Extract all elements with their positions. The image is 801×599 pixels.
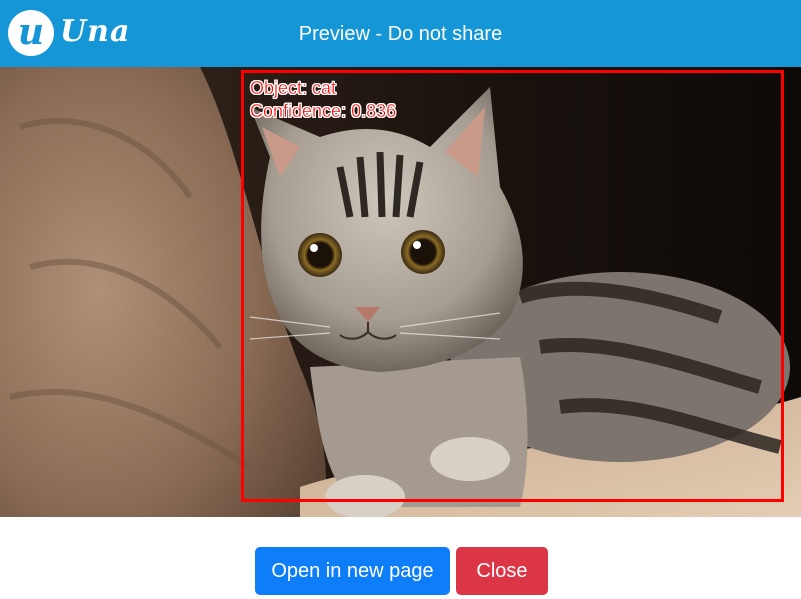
- open-in-new-page-button[interactable]: Open in new page: [255, 547, 450, 595]
- detection-confidence-label: Confidence: 0.836: [250, 101, 397, 121]
- close-button[interactable]: Close: [456, 547, 548, 595]
- page-title: Preview - Do not share: [298, 23, 503, 45]
- header-bar: u Una Preview - Do not share: [0, 0, 801, 67]
- detection-object-label: Object: cat: [250, 78, 337, 98]
- detection-bounding-box: [241, 70, 784, 502]
